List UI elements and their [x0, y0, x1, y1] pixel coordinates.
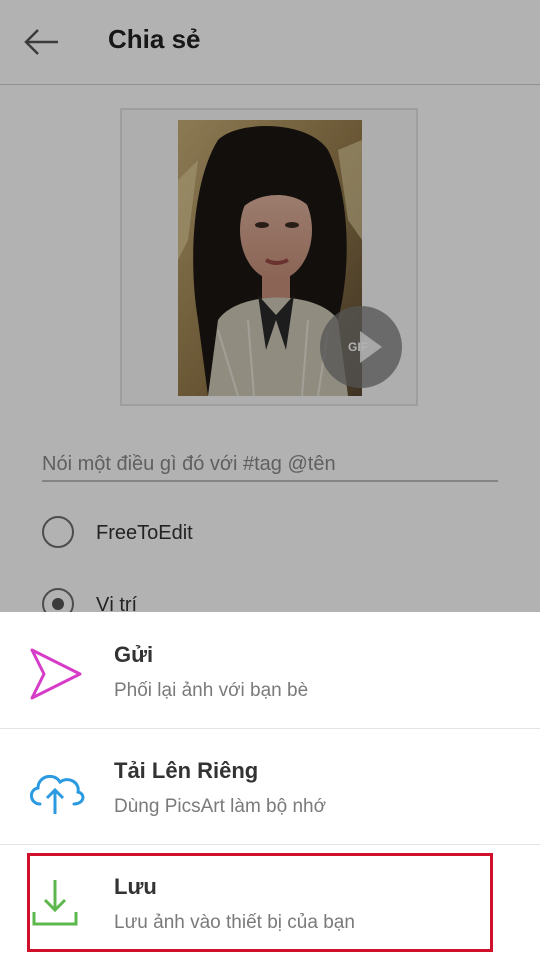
cloud-upload-icon: [30, 774, 85, 814]
share-item-private-upload[interactable]: Tải Lên Riêng Dùng PicsArt làm bộ nhớ: [0, 728, 540, 844]
dim-overlay[interactable]: [0, 0, 540, 612]
share-screen: Chia sẻ GIF Nói một điều gì đó với #tag …: [0, 0, 540, 960]
send-subtitle: Phối lại ảnh với bạn bè: [114, 680, 309, 701]
send-title: Gửi: [114, 642, 154, 667]
save-highlight-box: [27, 853, 493, 952]
share-item-send[interactable]: Gửi Phối lại ảnh với bạn bè: [0, 612, 540, 728]
private-upload-title: Tải Lên Riêng: [114, 758, 259, 783]
send-icon: [30, 648, 82, 700]
private-upload-subtitle: Dùng PicsArt làm bộ nhớ: [114, 796, 327, 817]
